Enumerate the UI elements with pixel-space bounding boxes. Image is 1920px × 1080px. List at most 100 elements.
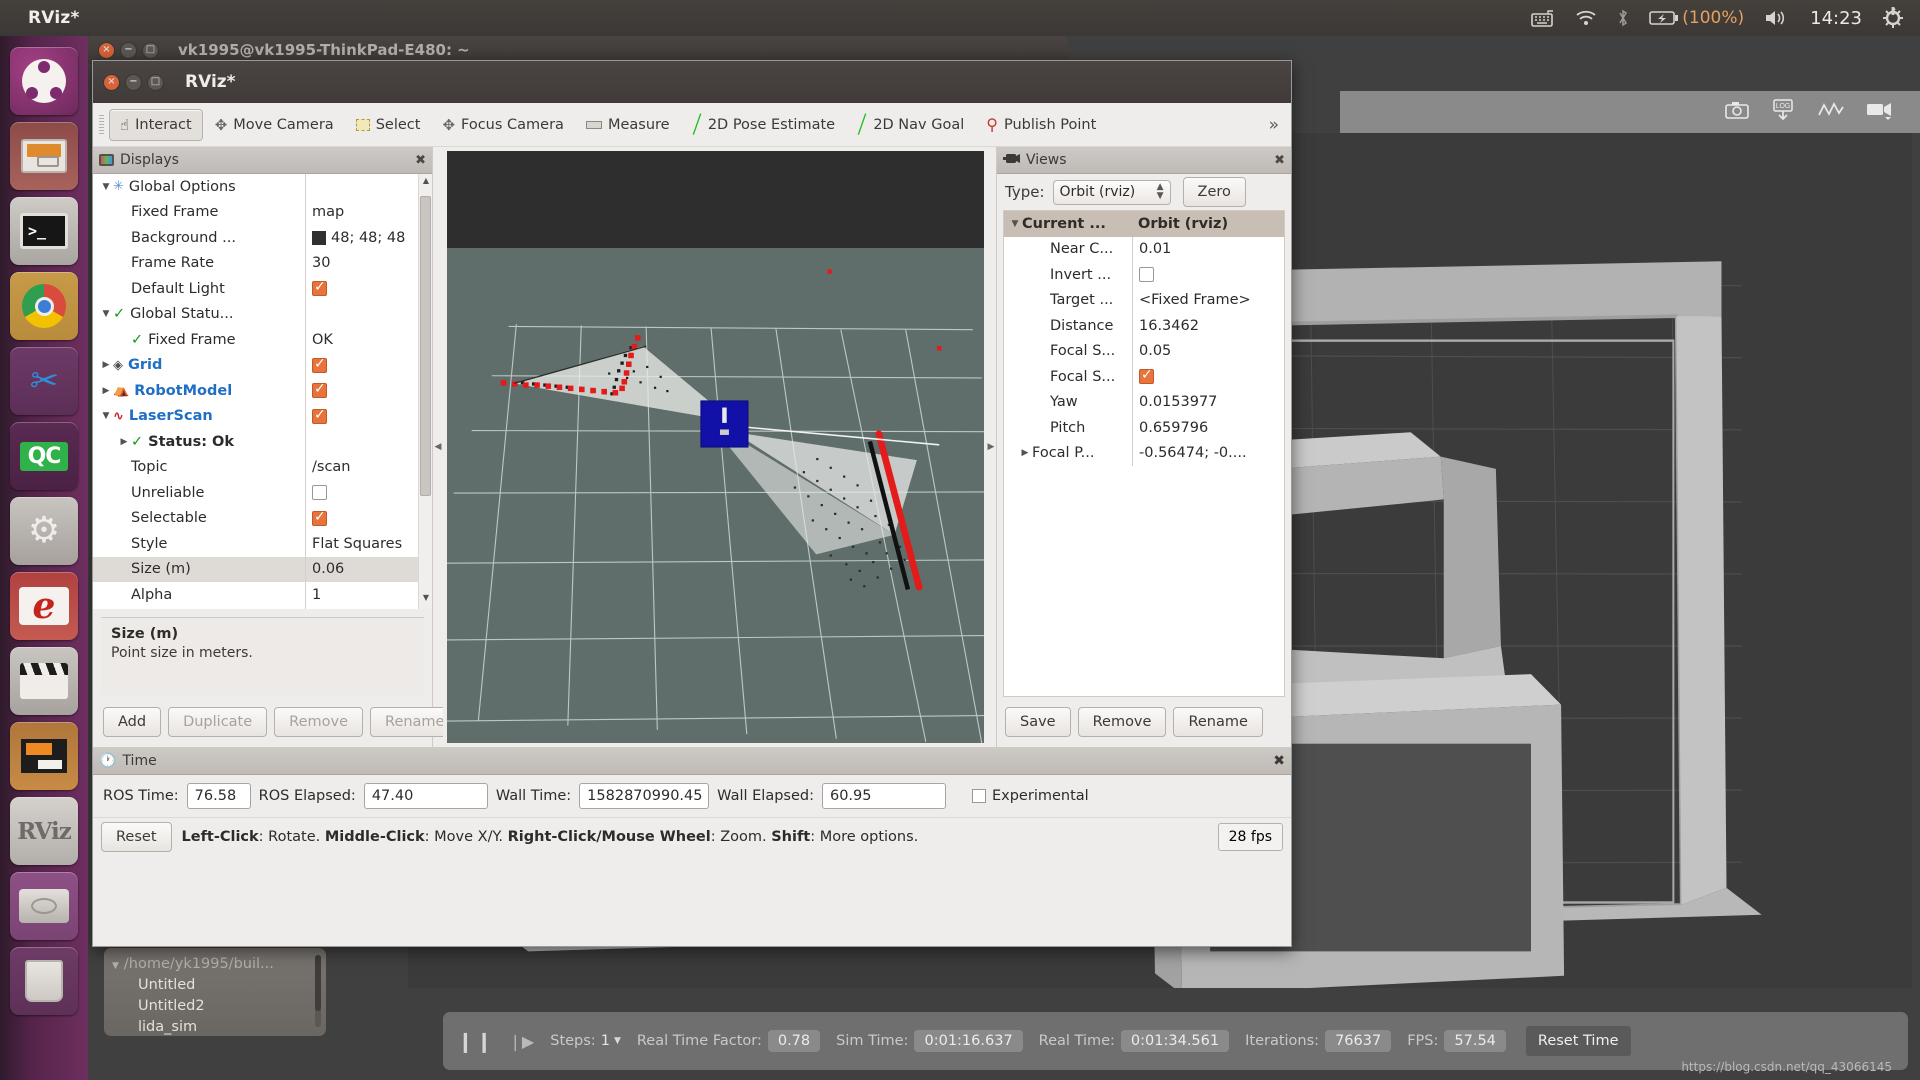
display-row[interactable]: ∿LaserScan — [93, 403, 432, 429]
view-property-row[interactable]: Near C... 0.01 — [1004, 236, 1284, 262]
view-type-select[interactable]: Orbit (rviz) ▲ ▼ — [1052, 179, 1171, 205]
ros-time-input[interactable]: 76.58 — [186, 783, 251, 809]
scroll-up-icon[interactable]: ▲ — [419, 176, 432, 190]
rviz-3d-view[interactable] — [443, 147, 986, 747]
launcher-disk[interactable] — [10, 872, 78, 940]
scrollbar-thumb[interactable] — [420, 196, 431, 496]
left-splitter[interactable]: ◀ — [433, 147, 443, 747]
displays-buttons[interactable]: Add Duplicate Remove Rename — [93, 703, 460, 747]
chevron-right-icon[interactable] — [1018, 448, 1032, 458]
view-property-value[interactable]: 0.0153977 — [1132, 389, 1284, 415]
display-row[interactable]: Topic/scan — [93, 454, 432, 480]
pause-icon[interactable]: ❙❙ — [457, 1029, 495, 1053]
step-forward-icon[interactable]: ❘▶ — [509, 1032, 535, 1051]
rviz-3d-canvas[interactable] — [447, 151, 984, 743]
view-property-row[interactable]: Target ... <Fixed Frame> — [1004, 287, 1284, 313]
color-swatch[interactable] — [312, 230, 326, 245]
close-icon[interactable]: ✖ — [415, 153, 426, 168]
terminal-maximize-icon[interactable]: □ — [142, 41, 159, 59]
checkbox-icon[interactable] — [312, 279, 327, 297]
display-row-value[interactable] — [305, 301, 432, 327]
display-row-value[interactable] — [305, 429, 432, 455]
chevron-down-icon[interactable] — [1008, 219, 1022, 229]
rviz-toolbar[interactable]: ☝ Interact ✥ Move Camera Select ✥ Focus … — [93, 103, 1291, 147]
view-property-row[interactable]: Invert ... — [1004, 262, 1284, 288]
display-row-value[interactable]: 0 — [305, 607, 432, 609]
display-row-value[interactable]: 30 — [305, 250, 432, 276]
save-button[interactable]: Save — [1005, 707, 1071, 737]
view-property-value[interactable] — [1132, 364, 1284, 390]
view-property-row[interactable]: Distance 16.3462 — [1004, 313, 1284, 339]
display-row[interactable]: Size (m) 0.06 — [93, 556, 432, 582]
list-item[interactable]: lida_sim — [112, 1017, 318, 1036]
tool-2d-pose-estimate[interactable]: ╱ 2D Pose Estimate — [682, 109, 845, 141]
duplicate-button[interactable]: Duplicate — [168, 707, 268, 737]
display-row[interactable]: ✓Global Statu... — [93, 301, 432, 327]
display-row-value[interactable] — [305, 505, 432, 531]
zero-button[interactable]: Zero — [1182, 177, 1246, 207]
views-buttons[interactable]: Save Remove Rename — [997, 697, 1291, 747]
keyboard-icon[interactable] — [1531, 9, 1555, 27]
checkbox-icon[interactable] — [971, 789, 986, 803]
tool-publish-point[interactable]: ⚲ Publish Point — [976, 109, 1106, 140]
display-row-value[interactable] — [305, 480, 432, 506]
view-property-value[interactable]: <Fixed Frame> — [1132, 287, 1284, 313]
rviz-titlebar[interactable]: × − □ RViz* — [93, 61, 1291, 103]
launcher-gazebo[interactable] — [10, 722, 78, 790]
wifi-icon[interactable] — [1575, 10, 1597, 26]
tool-measure[interactable]: Measure — [576, 111, 680, 139]
tool-interact[interactable]: ☝ Interact — [109, 108, 203, 141]
reset-button[interactable]: Reset — [101, 821, 172, 852]
display-row[interactable]: ◈ Grid — [93, 352, 432, 378]
view-property-row[interactable]: Current ... Orbit (rviz) — [1004, 211, 1284, 237]
chevron-down-icon[interactable] — [99, 309, 113, 319]
display-row-value[interactable]: 48; 48; 48 — [305, 225, 432, 251]
experimental-checkbox[interactable]: Experimental — [971, 788, 1089, 804]
list-item[interactable]: Untitled — [112, 975, 318, 996]
toolbar-grip[interactable] — [99, 114, 104, 135]
display-row[interactable]: Frame Rate 30 — [93, 250, 432, 276]
gazebo-status-bar[interactable]: ❙❙ ❘▶ Steps: 1 ▼ Real Time Factor: 0.78 … — [443, 1012, 1908, 1074]
view-property-row[interactable]: Focal S... — [1004, 364, 1284, 390]
wall-time-input[interactable]: 1582870990.45 — [579, 783, 710, 809]
checkbox-icon[interactable] — [312, 356, 327, 373]
file-tree-root[interactable]: ▼/home/yk1995/buil... — [112, 954, 318, 975]
display-row-value[interactable]: Flat Squares — [305, 531, 432, 557]
battery-icon[interactable]: (100%) — [1649, 8, 1744, 28]
volume-icon[interactable] — [1764, 9, 1790, 27]
displays-panel[interactable]: Displays ✖ ✳Global Options Fixed Frame map… — [93, 147, 460, 747]
display-row[interactable]: Selectable — [93, 505, 432, 531]
power-gear-icon[interactable] — [1882, 7, 1904, 29]
launcher-trash[interactable] — [10, 947, 78, 1015]
view-property-value[interactable]: 0.01 — [1132, 236, 1284, 262]
launcher-files[interactable] — [10, 122, 78, 190]
terminal-close-icon[interactable]: × — [98, 41, 115, 59]
view-property-value[interactable]: 0.659796 — [1132, 415, 1284, 441]
display-row[interactable]: ✓ Fixed Frame OK — [93, 327, 432, 353]
right-splitter[interactable]: ▶ — [986, 147, 996, 747]
display-row-value[interactable] — [305, 276, 432, 302]
display-row[interactable]: Alpha 1 — [93, 582, 432, 608]
view-property-row[interactable]: Focal P... -0.56474; -0.... — [1004, 440, 1284, 466]
time-panel[interactable]: 🕐 Time ✖ ROS Time: 76.58 ROS Elapsed: 47… — [93, 747, 1291, 855]
display-row[interactable]: Background ... 48; 48; 48 — [93, 225, 432, 251]
checkbox-icon[interactable] — [312, 485, 327, 501]
chevron-right-icon[interactable] — [117, 437, 131, 447]
display-row-value[interactable] — [305, 378, 432, 404]
display-row-value[interactable]: map — [305, 199, 432, 225]
ubuntu-top-panel[interactable]: RViz* (100%) 14:23 — [0, 0, 1920, 36]
display-row[interactable]: ✓Status: Ok — [93, 429, 432, 455]
launcher-video-editor[interactable] — [10, 647, 78, 715]
checkbox-icon[interactable] — [312, 381, 327, 399]
list-item[interactable]: Untitled2 — [112, 996, 318, 1017]
chevron-down-icon[interactable] — [99, 182, 113, 192]
tool-move-camera[interactable]: ✥ Move Camera — [205, 110, 344, 140]
checkbox-icon[interactable] — [312, 407, 327, 424]
launcher-ubuntu-dash[interactable] — [10, 47, 78, 115]
rviz-status-bar[interactable]: Reset Left-Click: Rotate. Middle-Click: … — [93, 817, 1291, 855]
spinner-icon[interactable]: ▲ ▼ — [1157, 183, 1164, 201]
view-property-row[interactable]: Focal S... 0.05 — [1004, 338, 1284, 364]
display-row[interactable]: ✳Global Options — [93, 174, 432, 200]
close-icon[interactable]: ✖ — [1274, 153, 1285, 168]
launcher-terminal[interactable]: >_ — [10, 197, 78, 265]
